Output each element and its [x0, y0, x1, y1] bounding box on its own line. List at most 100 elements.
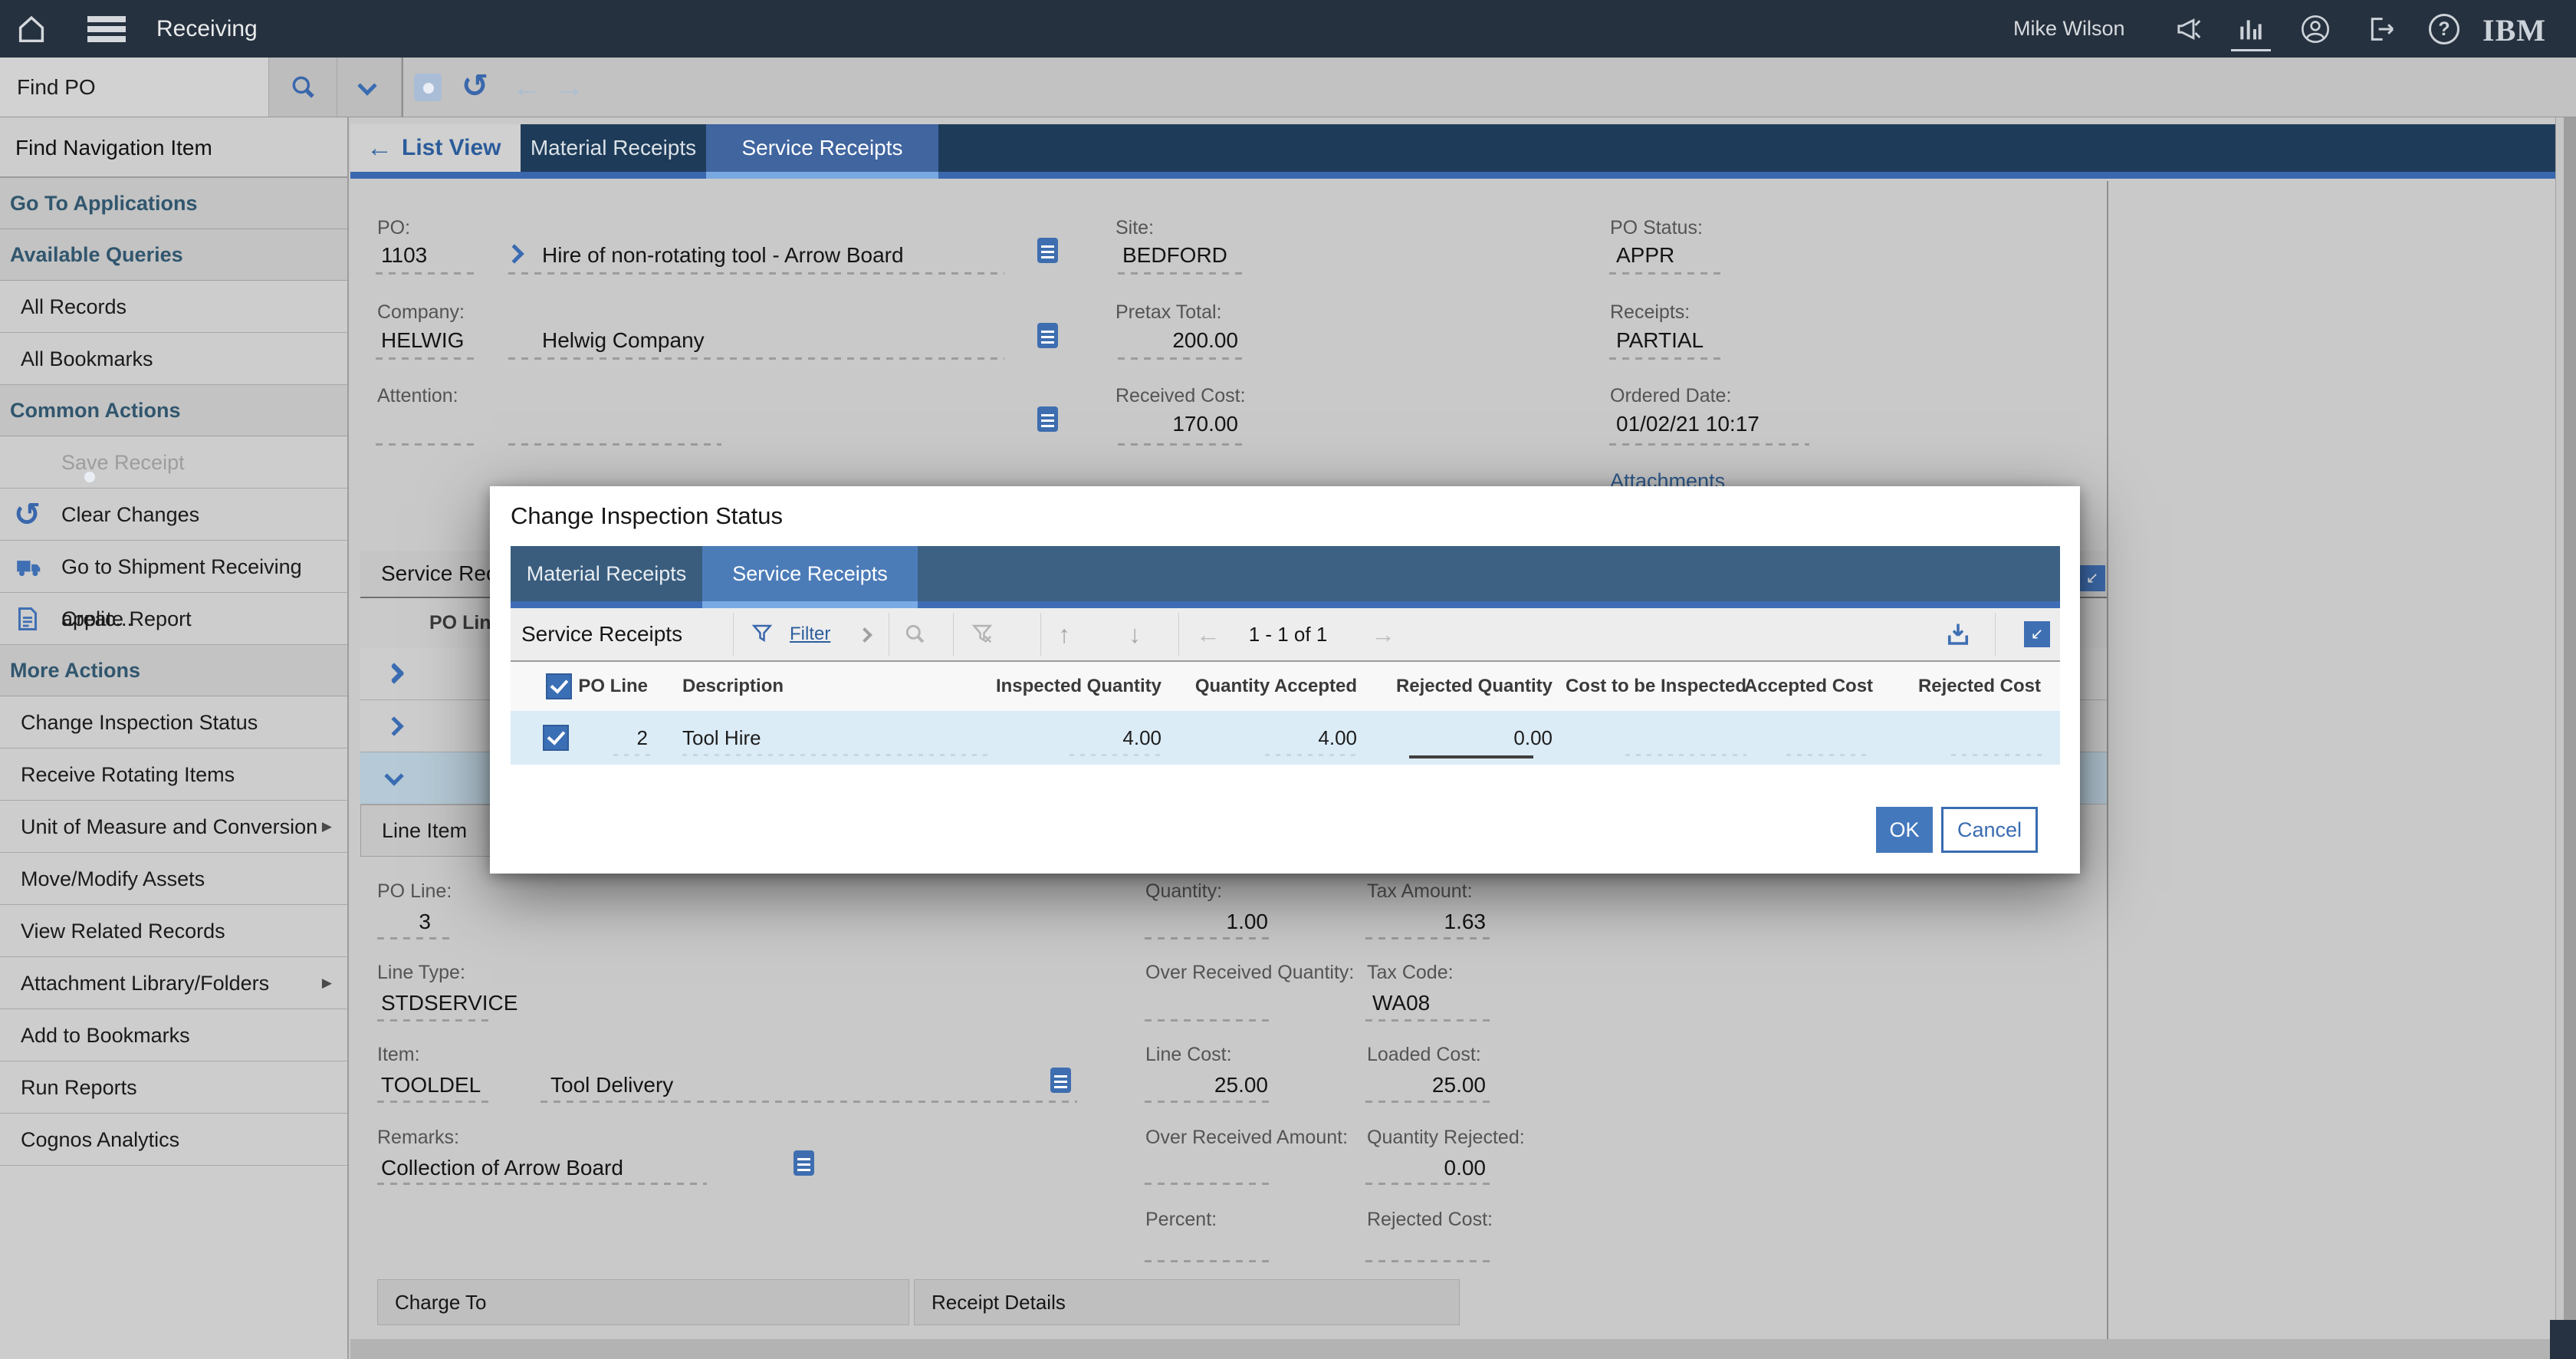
next-record-icon[interactable]: → [555, 73, 584, 102]
company-description[interactable]: Helwig Company [542, 328, 705, 353]
tab-material-receipts[interactable]: Material Receipts [521, 124, 706, 172]
sidebar-item-add-to-bookmarks[interactable]: Add to Bookmarks [0, 1009, 347, 1061]
row-inspected-quantity: 4.00 [978, 711, 1162, 765]
cancel-button[interactable]: Cancel [1941, 807, 2038, 853]
line-type-label: Line Type: [377, 962, 465, 984]
find-po-value: Find PO [17, 58, 96, 117]
po-status-label: PO Status: [1610, 217, 1703, 239]
minimize-section-icon[interactable]: ↙ [2079, 565, 2105, 591]
sidebar-item-receive-rotating-items[interactable]: Receive Rotating Items [0, 749, 347, 801]
sidebar-item-move-modify-assets[interactable]: Move/Modify Assets [0, 853, 347, 905]
sidebar-item-all-bookmarks[interactable]: All Bookmarks [0, 333, 347, 385]
filter-icon[interactable] [751, 622, 774, 645]
line-cost-label: Line Cost: [1145, 1044, 1232, 1066]
tax-code-label: Tax Code: [1367, 962, 1454, 984]
filter-link[interactable]: Filter [790, 608, 830, 660]
previous-record-icon[interactable]: ← [512, 73, 541, 102]
sidebar-section-common-actions[interactable]: Common Actions [0, 385, 347, 436]
content-divider [2107, 181, 2108, 1339]
sign-out-icon[interactable] [2366, 14, 2397, 44]
profile-icon[interactable] [2300, 14, 2331, 44]
tax-amount-value[interactable]: 1.63 [1367, 910, 1486, 934]
po-value[interactable]: 1103 [381, 243, 427, 268]
expand-row-icon[interactable] [384, 716, 403, 735]
announcements-icon[interactable] [2174, 14, 2205, 44]
long-description-icon[interactable] [794, 1150, 814, 1176]
collapse-row-icon[interactable] [384, 766, 403, 785]
search-icon [903, 622, 928, 647]
item-value[interactable]: TOOLDEL [381, 1073, 481, 1097]
remarks-value[interactable]: Collection of Arrow Board [381, 1156, 623, 1180]
sidebar-item-run-reports[interactable]: Run Reports [0, 1061, 347, 1114]
long-description-icon[interactable] [1037, 238, 1058, 263]
expand-row-icon[interactable] [384, 664, 403, 683]
sidebar-item-unit-of-measure[interactable]: Unit of Measure and Conversion▶ [0, 801, 347, 853]
save-icon[interactable] [414, 74, 442, 101]
sidebar-item-all-records[interactable]: All Records [0, 281, 347, 333]
sidebar-item-attachment-library[interactable]: Attachment Library/Folders▶ [0, 957, 347, 1009]
long-description-icon[interactable] [1037, 406, 1058, 432]
dialog-tab-service-receipts[interactable]: Service Receipts [702, 546, 918, 601]
tax-code-value[interactable]: WA08 [1372, 991, 1430, 1015]
download-icon[interactable] [1944, 620, 1972, 648]
loaded-cost-value[interactable]: 25.00 [1367, 1073, 1486, 1097]
site-value[interactable]: BEDFORD [1122, 243, 1227, 268]
sidebar-section-available-queries[interactable]: Available Queries [0, 229, 347, 281]
sidebar-item-go-to-shipment-receiving[interactable]: Go to Shipment Receiving applic... [0, 541, 347, 593]
company-label: Company: [377, 301, 465, 324]
sidebar-item-create-report[interactable]: Create Report [0, 593, 347, 645]
line-type-value[interactable]: STDSERVICE [381, 991, 518, 1015]
sidebar-section-more-actions[interactable]: More Actions [0, 645, 347, 696]
user-name[interactable]: Mike Wilson [2013, 0, 2125, 58]
help-icon[interactable]: ? [2429, 14, 2459, 44]
back-to-list-view[interactable]: ← List View [350, 124, 521, 172]
dialog-tab-material-receipts[interactable]: Material Receipts [511, 546, 702, 601]
search-button[interactable] [269, 58, 337, 117]
undo-icon[interactable]: ↺ [462, 71, 488, 100]
tab-receipt-details[interactable]: Receipt Details [914, 1279, 1460, 1325]
sidebar-item-save-receipt: Save Receipt [0, 436, 347, 489]
query-dropdown-button[interactable] [337, 58, 402, 117]
ordered-date-value[interactable]: 01/02/21 10:17 [1616, 412, 1760, 436]
minimize-dialog-table-icon[interactable]: ↙ [2024, 621, 2050, 647]
quantity-rejected-value[interactable]: 0.00 [1367, 1156, 1486, 1180]
tab-service-receipts[interactable]: Service Receipts [706, 124, 938, 172]
submenu-arrow-icon: ▶ [322, 801, 332, 853]
receipts-value[interactable]: PARTIAL [1616, 328, 1704, 353]
toolbar-divider [402, 58, 403, 117]
sidebar-section-go-to-applications[interactable]: Go To Applications [0, 178, 347, 229]
find-po-input[interactable]: Find PO [0, 58, 269, 117]
back-arrow-icon: ← [366, 124, 393, 172]
truck-icon [14, 552, 43, 581]
line-cost-value[interactable]: 25.00 [1145, 1073, 1268, 1097]
remarks-label: Remarks: [377, 1127, 459, 1149]
po-line-value[interactable]: 3 [377, 910, 431, 934]
item-description[interactable]: Tool Delivery [550, 1073, 673, 1097]
tab-charge-to[interactable]: Charge To [377, 1279, 909, 1325]
dialog-table-row[interactable]: 2 Tool Hire 4.00 4.00 0.00 [511, 711, 2060, 765]
reports-icon[interactable] [2236, 14, 2266, 44]
vertical-scrollbar-thumb[interactable] [2564, 117, 2576, 1320]
dialog-table-header: PO Line Description Inspected Quantity Q… [511, 662, 2060, 711]
horizontal-scrollbar[interactable] [350, 1339, 2555, 1359]
received-cost-value[interactable]: 170.00 [1116, 412, 1238, 436]
find-navigation-input[interactable]: Find Navigation Item [0, 117, 347, 178]
sidebar-item-clear-changes[interactable]: ↺ Clear Changes [0, 489, 347, 541]
sidebar-item-view-related-records[interactable]: View Related Records [0, 905, 347, 957]
home-icon[interactable] [14, 12, 49, 47]
long-description-icon[interactable] [1050, 1068, 1071, 1093]
table-title: Service Receipts [521, 608, 682, 660]
expand-filter-icon[interactable] [857, 627, 872, 643]
pretax-total-value[interactable]: 200.00 [1116, 328, 1238, 353]
tax-amount-label: Tax Amount: [1367, 880, 1473, 903]
sidebar-item-change-inspection-status[interactable]: Change Inspection Status [0, 696, 347, 749]
po-description[interactable]: Hire of non-rotating tool - Arrow Board [542, 243, 904, 268]
menu-icon[interactable] [87, 16, 126, 42]
company-value[interactable]: HELWIG [381, 328, 464, 353]
long-description-icon[interactable] [1037, 323, 1058, 348]
sidebar-item-cognos-analytics[interactable]: Cognos Analytics [0, 1114, 347, 1166]
ok-button[interactable]: OK [1876, 807, 1933, 853]
po-status-value[interactable]: APPR [1616, 243, 1674, 268]
row-quantity-accepted: 4.00 [1173, 711, 1357, 765]
quantity-value[interactable]: 1.00 [1145, 910, 1268, 934]
